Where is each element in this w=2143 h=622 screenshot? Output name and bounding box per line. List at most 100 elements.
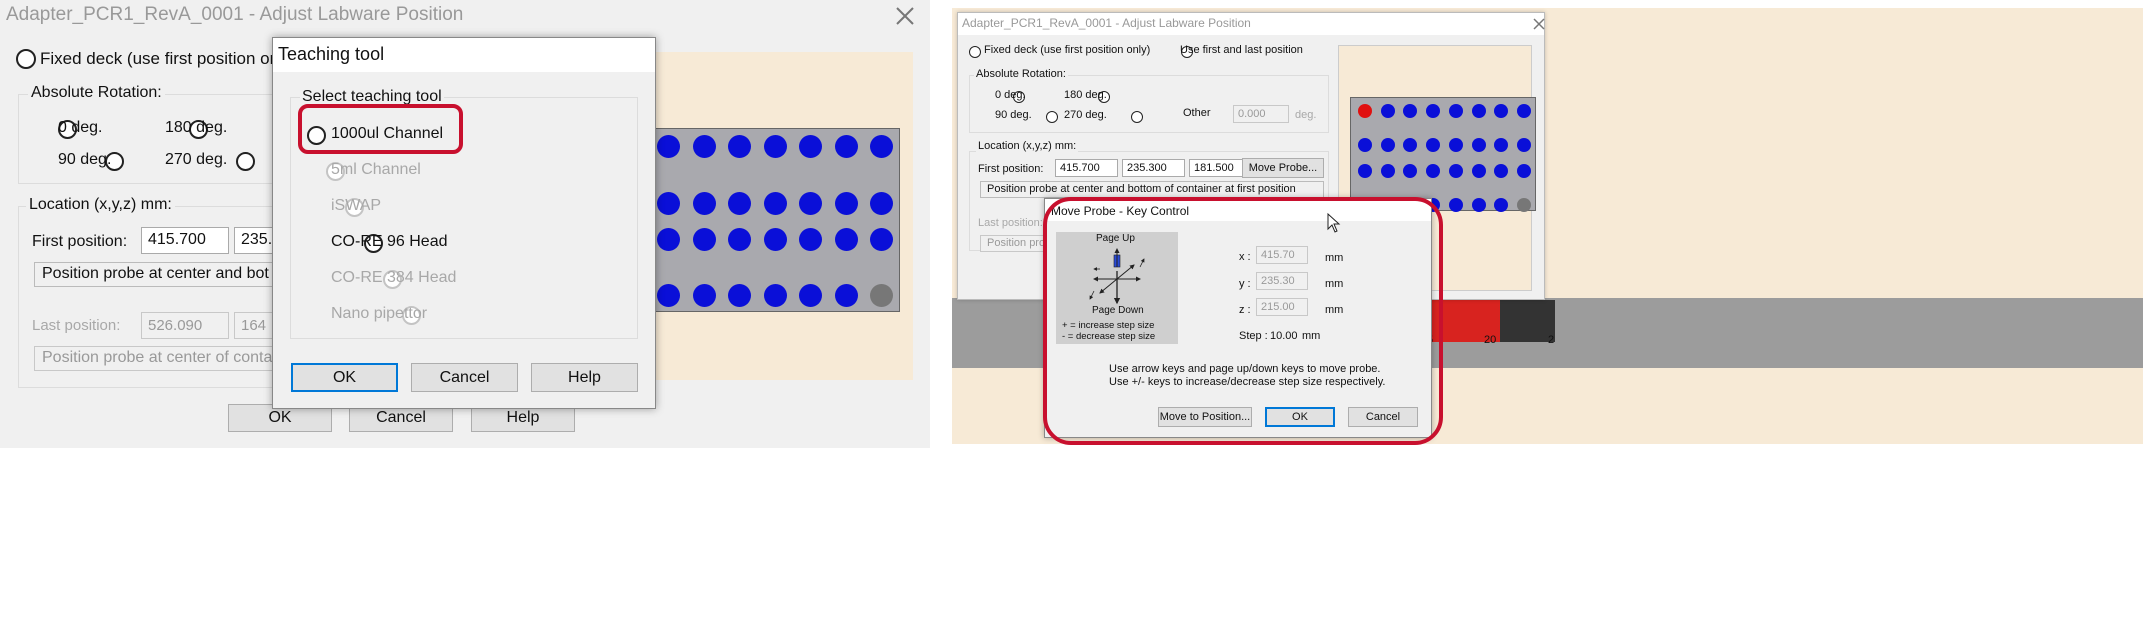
plate-well: [1358, 138, 1372, 152]
right-last-hint: Position prob: [980, 235, 1050, 252]
plate-well: [1516, 138, 1531, 152]
deck-number-3: 2: [1548, 334, 1555, 346]
plate-well: [728, 228, 751, 251]
plate-well: [1358, 164, 1372, 178]
fixed-deck-radio[interactable]: [16, 49, 36, 69]
plate-well: [763, 192, 787, 215]
last-position-x-field: 526.090: [141, 312, 229, 339]
plate-well: [799, 228, 822, 251]
plate-well: [657, 135, 680, 158]
teaching-tool-dialog: Teaching tool Select teaching tool 1000u…: [272, 37, 656, 409]
plate-well: [1494, 138, 1509, 152]
right-first-position-label: First position:: [978, 163, 1044, 175]
first-position-label: First position:: [32, 233, 128, 250]
first-last-label: Use first and last position: [1180, 44, 1303, 56]
labware-plate: [648, 128, 900, 312]
plate-well: [1494, 198, 1509, 212]
plate-well: [1380, 164, 1395, 178]
plate-well: [728, 192, 751, 215]
location-label: Location (x,y,z) mm:: [26, 196, 175, 214]
teaching-cancel-button[interactable]: Cancel: [411, 363, 518, 392]
plate-well: [1358, 104, 1372, 118]
plate-well: [1403, 164, 1418, 178]
plate-well: [870, 228, 893, 251]
plate-well: [1448, 198, 1463, 212]
move-probe-button[interactable]: Move Probe...: [1242, 158, 1324, 178]
mouse-cursor-icon: [1327, 212, 1341, 233]
right-rotation-90-radio[interactable]: [1045, 111, 1058, 123]
plate-well: [1494, 104, 1509, 118]
plate-well: [834, 228, 858, 251]
tool-nano-pipettor-label: Nano pipettor: [331, 305, 428, 322]
plate-well: [1403, 138, 1418, 152]
tool-iswap-label: iSWAP: [331, 197, 382, 214]
right-rotation-270-label: 270 deg.: [1064, 109, 1107, 121]
absolute-rotation-label: Absolute Rotation:: [28, 84, 165, 102]
right-fixed-deck-radio[interactable]: [969, 46, 981, 58]
plate-well: [799, 135, 822, 158]
rotation-other-field: 0.000: [1233, 105, 1289, 123]
plate-well: [657, 192, 680, 215]
plate-well: [1516, 198, 1531, 212]
plate-well: [1448, 138, 1463, 152]
plate-well: [870, 284, 893, 307]
right-labware-plate: [1350, 97, 1536, 212]
right-first-hint: Position probe at center and bottom of c…: [980, 181, 1324, 198]
plate-well: [834, 135, 858, 158]
plate-well: [834, 192, 858, 215]
plate-well: [1448, 104, 1463, 118]
plate-well: [870, 192, 893, 215]
right-location-label: Location (x,y,z) mm:: [976, 140, 1079, 152]
tool-5ml-channel-label: 5ml Channel: [331, 161, 421, 178]
plate-well: [1448, 164, 1463, 178]
rotation-other-unit: deg.: [1295, 109, 1317, 121]
right-last-position-label: Last position:: [978, 217, 1043, 229]
rotation-90-label: 90 deg.: [58, 151, 112, 168]
teaching-help-button[interactable]: Help: [531, 363, 638, 392]
right-fixed-deck-label: Fixed deck (use first position only): [984, 44, 1151, 56]
right-rotation-0-label: 0 deg.: [995, 89, 1026, 101]
plate-well: [1494, 164, 1509, 178]
plate-well: [763, 135, 787, 158]
first-position-x-field[interactable]: 415.700: [141, 227, 229, 254]
plate-well: [799, 284, 822, 307]
plate-well: [1471, 138, 1486, 152]
left-window-title: Adapter_PCR1_RevA_0001 - Adjust Labware …: [6, 4, 464, 25]
tool-core-384-head-label: CO-RE 384 Head: [331, 269, 457, 286]
teaching-ok-button[interactable]: OK: [291, 363, 398, 392]
plate-well: [1516, 164, 1531, 178]
plate-well: [1471, 164, 1486, 178]
plate-well: [692, 284, 716, 307]
fixed-deck-label: Fixed deck (use first position only: [40, 49, 292, 68]
plate-well: [1426, 138, 1441, 152]
right-rotation-180-label: 180 deg.: [1064, 89, 1107, 101]
right-first-x-field[interactable]: 415.700: [1055, 159, 1118, 177]
right-close-icon[interactable]: [1532, 17, 1546, 31]
rotation-270-label: 270 deg.: [165, 151, 228, 168]
plate-well: [692, 135, 716, 158]
close-icon[interactable]: [893, 4, 917, 28]
plate-well: [834, 284, 858, 307]
highlight-1000ul-channel: [298, 104, 463, 154]
last-position-label: Last position:: [32, 317, 121, 334]
first-position-hint: Position probe at center and bot: [34, 262, 284, 287]
rotation-270-radio[interactable]: [235, 152, 255, 171]
deck-number-1: 20: [1484, 334, 1497, 346]
plate-well: [1516, 104, 1531, 118]
plate-well: [799, 192, 822, 215]
plate-well: [728, 135, 751, 158]
rotation-other-label: Other: [1183, 107, 1211, 119]
right-first-y-field[interactable]: 235.300: [1122, 159, 1185, 177]
deck-carrier-dark: [1500, 300, 1555, 342]
plate-well: [657, 284, 680, 307]
right-window-title: Adapter_PCR1_RevA_0001 - Adjust Labware …: [962, 16, 1251, 30]
plate-well: [657, 228, 680, 251]
plate-well: [763, 284, 787, 307]
plate-well: [1380, 138, 1395, 152]
highlight-move-probe-dialog: [1043, 197, 1443, 445]
plate-well: [692, 228, 716, 251]
plate-well: [763, 228, 787, 251]
plate-well: [1380, 104, 1395, 118]
plate-well: [692, 192, 716, 215]
plate-well: [870, 135, 893, 158]
